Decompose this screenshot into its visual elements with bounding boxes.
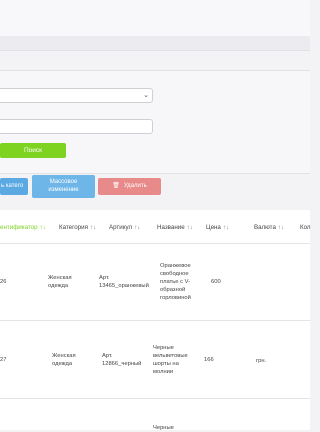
- cell-name-line: горловиной: [160, 295, 191, 301]
- cell-name-line: вельветовые: [153, 353, 188, 359]
- cell-name-line: шорты на: [153, 361, 179, 367]
- filter-input[interactable]: [0, 119, 153, 134]
- column-header-price[interactable]: Цена ↑↓: [206, 224, 229, 231]
- cell-id: 26: [0, 279, 7, 285]
- mass-edit-label-line1: Массовое: [49, 179, 78, 185]
- top-bar: [0, 0, 310, 37]
- cell-name-line: Черные: [153, 345, 174, 351]
- sort-icon: ↑↓: [186, 224, 193, 231]
- column-header-price-label: Цена: [206, 224, 221, 231]
- cell-article-line: 12866_черный: [102, 361, 142, 367]
- cell-article: Арт. 13465_оранжевый: [99, 274, 149, 290]
- column-header-category[interactable]: Категория ↑↓: [59, 224, 96, 231]
- delete-button-label: Удалить: [123, 183, 147, 189]
- cell-name-line: платье с V-: [160, 279, 191, 285]
- column-header-article[interactable]: Артикул ↑↓: [109, 224, 140, 231]
- column-header-category-label: Категория: [59, 224, 88, 231]
- sort-icon: ↑↓: [39, 224, 46, 231]
- column-header-currency-label: Валюта: [254, 224, 276, 231]
- sort-icon: ↑↓: [134, 224, 141, 231]
- category-button[interactable]: ь катего: [0, 178, 28, 195]
- cell-name-line: образной: [160, 287, 186, 293]
- cell-price: 166: [204, 357, 214, 363]
- trash-icon: 🗑: [112, 183, 120, 189]
- cell-category: Женская одежда: [48, 274, 72, 290]
- cell-category-line: одежда: [52, 361, 73, 367]
- search-button[interactable]: Поиск: [0, 143, 66, 158]
- cell-name: Черные: [153, 425, 174, 431]
- delete-button[interactable]: 🗑 Удалить: [98, 178, 161, 195]
- cell-currency: грн.: [256, 358, 267, 364]
- cell-category: Женская одежда: [52, 352, 76, 368]
- column-header-name-label: Название: [157, 224, 185, 231]
- cell-category-line: одежда: [48, 283, 69, 289]
- column-header-id[interactable]: Идентификатор↑↓: [0, 224, 46, 231]
- cell-price: 600: [211, 279, 221, 285]
- row-divider: [0, 398, 310, 399]
- cell-category-line: Женская: [48, 275, 72, 281]
- cell-name: Черные вельветовые шорты на молнии: [153, 344, 188, 376]
- column-header-currency[interactable]: Валюта ↑↓: [254, 224, 284, 231]
- cell-name-line: Оранжевое: [160, 263, 191, 269]
- column-header-qty-label: Кол: [300, 224, 311, 231]
- cell-name-line: свободное: [160, 271, 189, 277]
- column-header-name[interactable]: Название ↑↓: [157, 224, 193, 231]
- column-header-qty[interactable]: Кол: [300, 224, 311, 231]
- cell-name: Оранжевое свободное платье с V- образной…: [160, 262, 191, 302]
- cell-article-line: Арт.: [102, 353, 113, 359]
- cell-category-line: Женская: [52, 353, 76, 359]
- mass-edit-label-line2: изменение: [48, 187, 79, 193]
- sort-icon: ↑↓: [222, 224, 230, 231]
- sub-bar: [0, 36, 310, 51]
- sort-icon: ↑↓: [277, 224, 285, 231]
- cell-article-line: Арт.: [99, 275, 110, 281]
- sort-icon: ↑↓: [89, 224, 97, 231]
- category-button-label: ь катего: [1, 183, 24, 189]
- chevron-down-icon: ⌄: [143, 92, 149, 99]
- cell-article-line: 13465_оранжевый: [99, 283, 149, 289]
- cell-article: Арт. 12866_черный: [102, 352, 141, 368]
- row-divider: [0, 320, 310, 321]
- cell-id: 27: [0, 357, 7, 363]
- column-header-article-label: Артикул: [109, 224, 133, 231]
- cell-name-line: молнии: [153, 369, 174, 375]
- column-header-id-label: Идентификатор: [0, 224, 38, 231]
- filter-select[interactable]: ⌄: [0, 88, 153, 103]
- mass-edit-button[interactable]: Массовое изменение: [32, 175, 95, 198]
